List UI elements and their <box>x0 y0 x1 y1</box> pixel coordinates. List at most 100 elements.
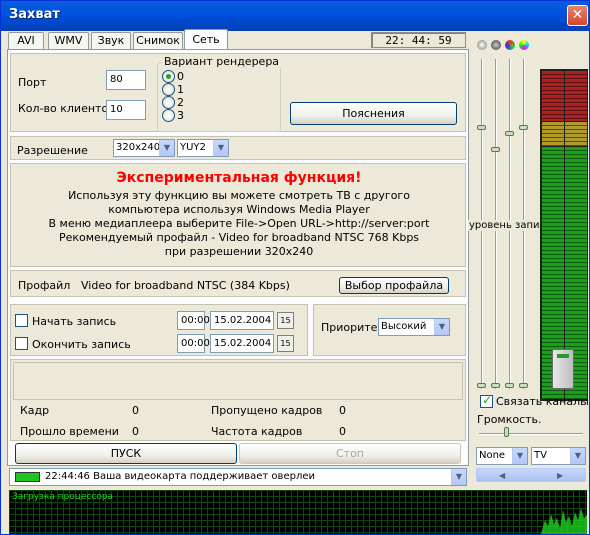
saturation-slider-thumb[interactable] <box>519 125 528 130</box>
priority-select[interactable]: Высокий ▼ <box>378 318 450 336</box>
close-button[interactable]: ✕ <box>567 5 588 26</box>
stop-button[interactable]: Стоп <box>239 443 461 464</box>
volume-slider-thumb[interactable] <box>504 427 509 437</box>
experimental-line: Рекомендуемый профайл - Video for broadb… <box>58 231 420 244</box>
chevron-down-icon: ▼ <box>159 140 174 156</box>
start-button[interactable]: ПУСК <box>15 443 237 464</box>
status-dropdown[interactable]: ▼ <box>449 469 466 485</box>
calendar-icon[interactable]: 15 <box>277 335 294 352</box>
renderer-option-0: 0 <box>177 70 184 83</box>
resolution-panel: Разрешение 320x240 ▼ YUY2 ▼ <box>10 136 466 160</box>
hue-slider-thumb[interactable] <box>505 131 514 136</box>
priority-panel: Приоритет Высокий ▼ <box>313 304 466 356</box>
target-value: TV <box>534 450 547 461</box>
renderer-group: Вариант рендерера <box>157 55 282 132</box>
end-record-label: Окончить запись <box>32 338 131 351</box>
port-label: Порт <box>18 76 47 89</box>
cpu-load-graph: Загрузка процессора <box>9 490 587 534</box>
resolution-label: Разрешение <box>17 144 88 157</box>
brightness-icon <box>477 40 487 50</box>
start-record-checkbox[interactable] <box>15 314 28 327</box>
tab-network[interactable]: Сеть <box>184 29 228 50</box>
end-date-input[interactable]: 15.02.2004 <box>210 334 274 353</box>
scroll-right-icon[interactable]: ▶ <box>557 469 563 482</box>
resolution-format-select[interactable]: YUY2 ▼ <box>177 139 229 157</box>
status-text: 22:44:46 Ваша видеокарта поддерживает ов… <box>45 471 315 482</box>
profile-value: Video for broadband NTSC (384 Kbps) <box>81 279 290 292</box>
master-fader-thumb[interactable] <box>552 349 574 389</box>
frames-value: 0 <box>132 404 139 417</box>
renderer-radio-1[interactable] <box>162 83 175 96</box>
target-select[interactable]: TV ▼ <box>531 447 586 465</box>
volume-label: Громкость. <box>477 413 542 426</box>
renderer-option-2: 2 <box>177 96 184 109</box>
priority-label: Приоритет <box>321 321 384 334</box>
slider-bottom-thumb[interactable] <box>477 383 486 388</box>
window-title: Захват <box>9 7 60 22</box>
status-bar: 22:44:46 Ваша видеокарта поддерживает ов… <box>9 468 467 486</box>
slider-bottom-thumb[interactable] <box>505 383 514 388</box>
saturation-icon <box>519 40 529 50</box>
slider-bottom-thumb[interactable] <box>491 383 500 388</box>
link-channels-label: Связать каналы <box>496 395 589 408</box>
chevron-down-icon: ▼ <box>434 319 449 335</box>
renderer-group-label: Вариант рендерера <box>162 55 282 68</box>
experimental-line: В меню медиаплеера выберите File->Open U… <box>48 217 430 230</box>
resolution-size-value: 320x240 <box>116 142 161 153</box>
fader-indicator-icon <box>557 354 569 358</box>
title-bar[interactable]: Захват ✕ <box>1 1 589 31</box>
tab-avi[interactable]: AVI <box>8 32 44 49</box>
vu-left-red <box>542 71 564 121</box>
start-date-input[interactable]: 15.02.2004 <box>210 311 274 330</box>
vu-right-red <box>565 71 587 121</box>
scroll-left-icon[interactable]: ◀ <box>499 469 505 482</box>
tab-wmv[interactable]: WMV <box>48 32 89 49</box>
renderer-option-1: 1 <box>177 83 184 96</box>
end-time-input[interactable]: 00:00 <box>177 334 210 353</box>
horizontal-scrollbar[interactable]: ◀ ▶ <box>476 468 586 482</box>
experimental-line: компьютера используя Windows Media Playe… <box>108 203 370 216</box>
chevron-down-icon: ▼ <box>213 140 228 156</box>
renderer-radio-0[interactable] <box>162 70 175 83</box>
clients-input[interactable]: 10 <box>106 100 146 120</box>
source-value: None <box>479 450 506 461</box>
frames-label: Кадр <box>20 404 50 417</box>
chevron-down-icon: ▼ <box>512 448 527 464</box>
contrast-slider-thumb[interactable] <box>491 147 500 152</box>
tab-sound[interactable]: Звук <box>91 32 131 49</box>
network-settings-panel: Порт 80 Кол-во клиентов 10 Вариант ренде… <box>10 53 466 132</box>
brightness-slider-thumb[interactable] <box>477 125 486 130</box>
profile-label: Профайл <box>18 279 71 292</box>
volume-slider-track[interactable] <box>479 433 583 435</box>
renderer-radio-2[interactable] <box>162 96 175 109</box>
calendar-icon[interactable]: 15 <box>277 312 294 329</box>
preview-area <box>13 362 463 400</box>
chevron-down-icon: ▼ <box>570 448 585 464</box>
tab-snapshot[interactable]: Снимок <box>133 32 183 49</box>
source-select[interactable]: None ▼ <box>476 447 528 465</box>
link-channels-checkbox[interactable] <box>480 393 493 408</box>
start-time-input[interactable]: 00:00 <box>177 311 210 330</box>
port-input[interactable]: 80 <box>106 70 146 90</box>
choose-profile-button[interactable]: Выбор профайла <box>339 277 449 294</box>
slider-bottom-thumb[interactable] <box>519 383 528 388</box>
capture-window: Захват ✕ AVI WMV Звук Снимок Сеть 22: 44… <box>0 0 590 535</box>
vu-right-yellow <box>565 122 587 146</box>
renderer-radio-3[interactable] <box>162 109 175 122</box>
resolution-size-select[interactable]: 320x240 ▼ <box>113 139 175 157</box>
end-record-checkbox[interactable] <box>15 337 28 350</box>
priority-value: Высокий <box>381 321 427 332</box>
experimental-line: при разрешении 320x240 <box>164 245 314 258</box>
dropped-frames-label: Пропущено кадров <box>211 404 323 417</box>
contrast-icon <box>491 40 501 50</box>
explain-button[interactable]: Пояснения <box>290 102 457 125</box>
cpu-load-sparkline <box>541 508 587 534</box>
elapsed-label: Прошло времени <box>20 425 119 438</box>
elapsed-value: 0 <box>132 425 139 438</box>
renderer-option-3: 3 <box>177 109 184 122</box>
clients-label: Кол-во клиентов <box>18 102 115 115</box>
frame-rate-value: 0 <box>339 425 346 438</box>
schedule-panel: Начать запись 00:00 15.02.2004 15 Окончи… <box>10 304 308 356</box>
experimental-panel: Экспериментальная функция! Используя эту… <box>10 163 466 267</box>
hue-icon <box>505 40 515 50</box>
